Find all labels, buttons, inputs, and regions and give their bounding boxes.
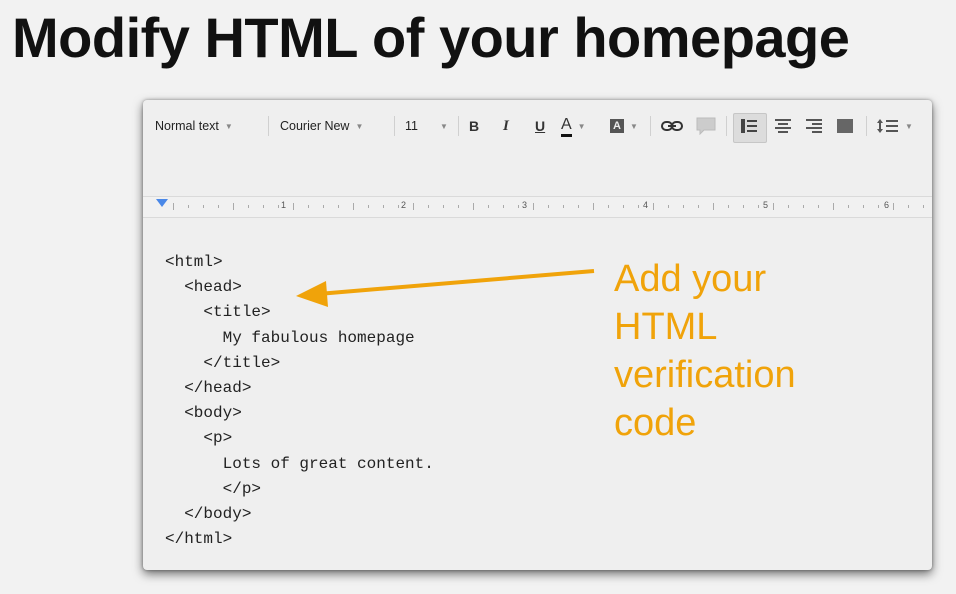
annotation-text: Add your HTML verification code [614,255,796,447]
annotation-line: code [614,402,697,444]
annotation-line: verification [614,354,796,396]
annotation-line: Add your [614,258,767,300]
annotation-line: HTML [614,306,718,348]
arrow-annotation-icon [296,269,595,307]
